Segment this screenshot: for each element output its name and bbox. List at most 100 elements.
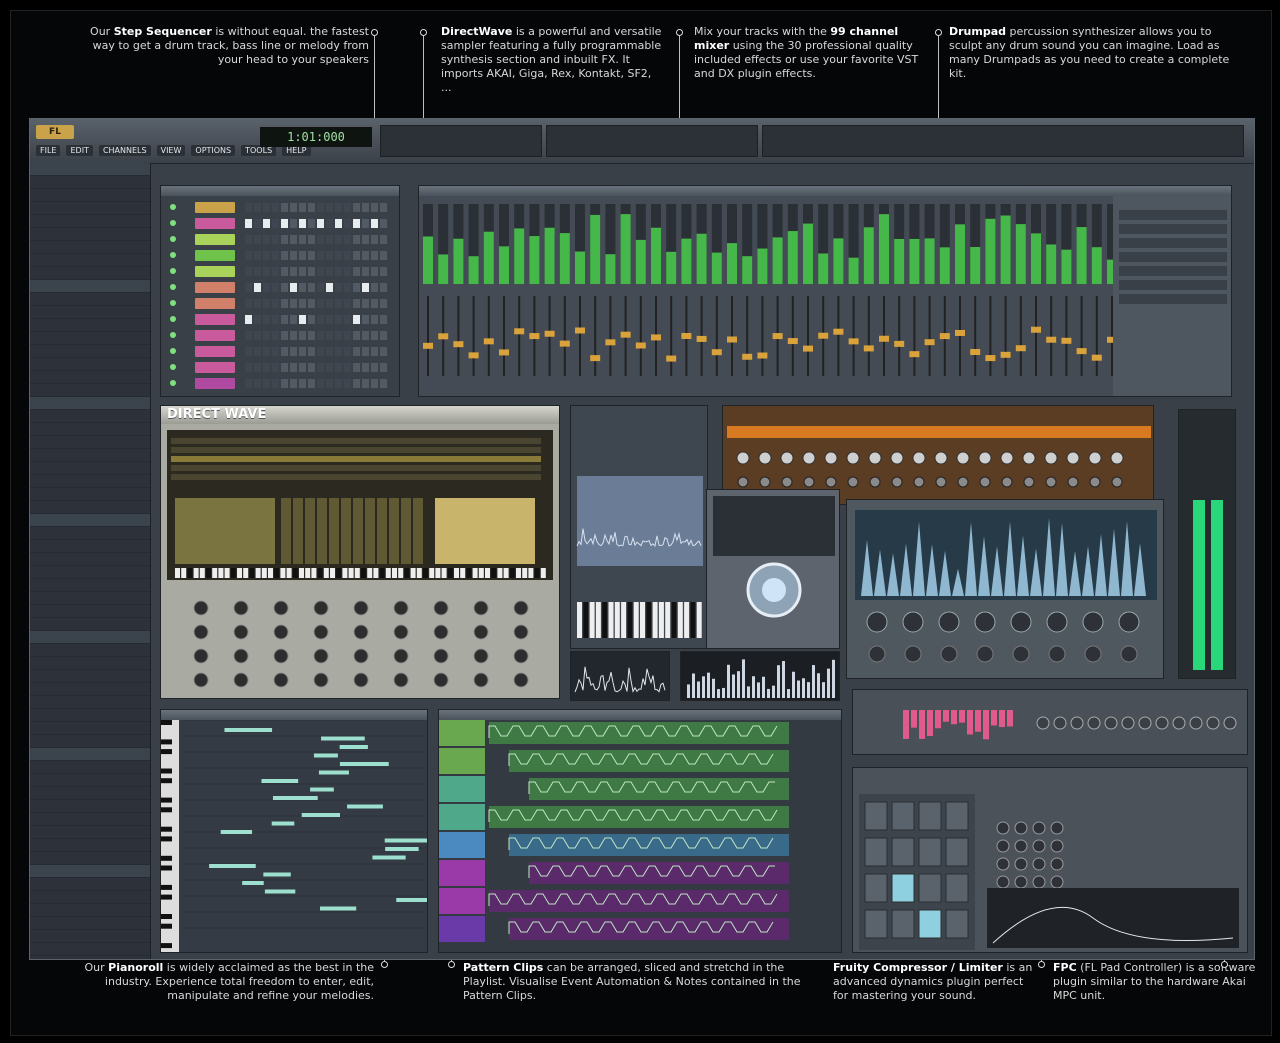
browser-item[interactable] bbox=[30, 358, 150, 371]
browser-item[interactable] bbox=[30, 423, 150, 436]
browser-item[interactable] bbox=[30, 514, 150, 527]
drumpad-window[interactable] bbox=[846, 499, 1164, 679]
browser-item[interactable] bbox=[30, 592, 150, 605]
browser-item[interactable] bbox=[30, 670, 150, 683]
browser-item[interactable] bbox=[30, 241, 150, 254]
step-sequencer-grid[interactable] bbox=[161, 196, 400, 397]
drumpad-panel[interactable] bbox=[847, 500, 1164, 679]
browser-item[interactable] bbox=[30, 618, 150, 631]
browser-item[interactable] bbox=[30, 228, 150, 241]
directwave-panel[interactable] bbox=[161, 424, 560, 699]
browser-item[interactable] bbox=[30, 449, 150, 462]
gain-bar bbox=[999, 710, 1005, 728]
browser-item[interactable] bbox=[30, 813, 150, 826]
browser-item[interactable] bbox=[30, 527, 150, 540]
browser-item[interactable] bbox=[30, 189, 150, 202]
browser-item[interactable] bbox=[30, 397, 150, 410]
browser-item[interactable] bbox=[30, 644, 150, 657]
browser-item[interactable] bbox=[30, 254, 150, 267]
browser-item[interactable] bbox=[30, 345, 150, 358]
step-button bbox=[299, 235, 306, 244]
tools-panel[interactable] bbox=[762, 125, 1244, 157]
browser-item[interactable] bbox=[30, 787, 150, 800]
browser-panel[interactable] bbox=[30, 163, 151, 959]
reverb-panel[interactable] bbox=[707, 490, 840, 649]
browser-item[interactable] bbox=[30, 553, 150, 566]
browser-item[interactable] bbox=[30, 566, 150, 579]
playlist-window[interactable] bbox=[438, 709, 842, 953]
pianoroll-window[interactable] bbox=[160, 709, 428, 953]
browser-item[interactable] bbox=[30, 475, 150, 488]
waveform-window[interactable] bbox=[570, 651, 670, 701]
browser-item[interactable] bbox=[30, 280, 150, 293]
browser-item[interactable] bbox=[30, 774, 150, 787]
browser-item[interactable] bbox=[30, 735, 150, 748]
fader-track bbox=[731, 296, 733, 376]
browser-item[interactable] bbox=[30, 891, 150, 904]
browser-item[interactable] bbox=[30, 267, 150, 280]
browser-item[interactable] bbox=[30, 878, 150, 891]
browser-item[interactable] bbox=[30, 163, 150, 176]
transport-panel[interactable] bbox=[380, 125, 542, 157]
mixer-channels[interactable] bbox=[419, 196, 1232, 397]
browser-item[interactable] bbox=[30, 540, 150, 553]
playlist-clips[interactable] bbox=[439, 720, 842, 953]
browser-item[interactable] bbox=[30, 683, 150, 696]
fader-knob bbox=[1076, 348, 1087, 355]
browser-item[interactable] bbox=[30, 371, 150, 384]
sampler-window[interactable] bbox=[570, 405, 708, 649]
menu-edit[interactable]: EDIT bbox=[66, 145, 93, 156]
browser-item[interactable] bbox=[30, 384, 150, 397]
browser-item[interactable] bbox=[30, 904, 150, 917]
knob bbox=[433, 672, 449, 688]
browser-item[interactable] bbox=[30, 202, 150, 215]
browser-item[interactable] bbox=[30, 930, 150, 943]
browser-item[interactable] bbox=[30, 579, 150, 592]
browser-item[interactable] bbox=[30, 709, 150, 722]
browser-item[interactable] bbox=[30, 761, 150, 774]
browser-item[interactable] bbox=[30, 319, 150, 332]
knob bbox=[1012, 645, 1030, 663]
browser-item[interactable] bbox=[30, 956, 150, 959]
browser-item[interactable] bbox=[30, 306, 150, 319]
browser-item[interactable] bbox=[30, 436, 150, 449]
browser-item[interactable] bbox=[30, 722, 150, 735]
browser-item[interactable] bbox=[30, 215, 150, 228]
menu-options[interactable]: OPTIONS bbox=[191, 145, 236, 156]
menu-file[interactable]: FILE bbox=[36, 145, 61, 156]
pianoroll-grid[interactable] bbox=[161, 720, 428, 953]
browser-item[interactable] bbox=[30, 501, 150, 514]
directwave-window[interactable]: DIRECT WAVE bbox=[160, 405, 560, 699]
browser-item[interactable] bbox=[30, 865, 150, 878]
browser-item[interactable] bbox=[30, 332, 150, 345]
browser-item[interactable] bbox=[30, 748, 150, 761]
compressor-window[interactable] bbox=[852, 689, 1248, 755]
browser-item[interactable] bbox=[30, 293, 150, 306]
menu-view[interactable]: VIEW bbox=[156, 145, 186, 156]
browser-item[interactable] bbox=[30, 800, 150, 813]
menu-channels[interactable]: CHANNELS bbox=[98, 145, 151, 156]
browser-item[interactable] bbox=[30, 839, 150, 852]
fpc-panel[interactable] bbox=[853, 768, 1248, 953]
effect-slot bbox=[1119, 280, 1227, 290]
browser-item[interactable] bbox=[30, 917, 150, 930]
browser-item[interactable] bbox=[30, 462, 150, 475]
pattern-panel[interactable] bbox=[546, 125, 758, 157]
browser-item[interactable] bbox=[30, 488, 150, 501]
mixer-window[interactable] bbox=[418, 185, 1232, 397]
compressor-panel[interactable] bbox=[853, 690, 1248, 755]
spectrum-window[interactable] bbox=[680, 651, 840, 701]
browser-item[interactable] bbox=[30, 943, 150, 956]
browser-item[interactable] bbox=[30, 826, 150, 839]
browser-item[interactable] bbox=[30, 605, 150, 618]
sampler-panel[interactable] bbox=[571, 406, 708, 649]
step-sequencer-window[interactable] bbox=[160, 185, 400, 397]
browser-item[interactable] bbox=[30, 176, 150, 189]
browser-item[interactable] bbox=[30, 852, 150, 865]
fpc-window[interactable] bbox=[852, 767, 1248, 953]
browser-item[interactable] bbox=[30, 410, 150, 423]
reverb-window[interactable] bbox=[706, 489, 840, 649]
browser-item[interactable] bbox=[30, 657, 150, 670]
browser-item[interactable] bbox=[30, 696, 150, 709]
browser-item[interactable] bbox=[30, 631, 150, 644]
